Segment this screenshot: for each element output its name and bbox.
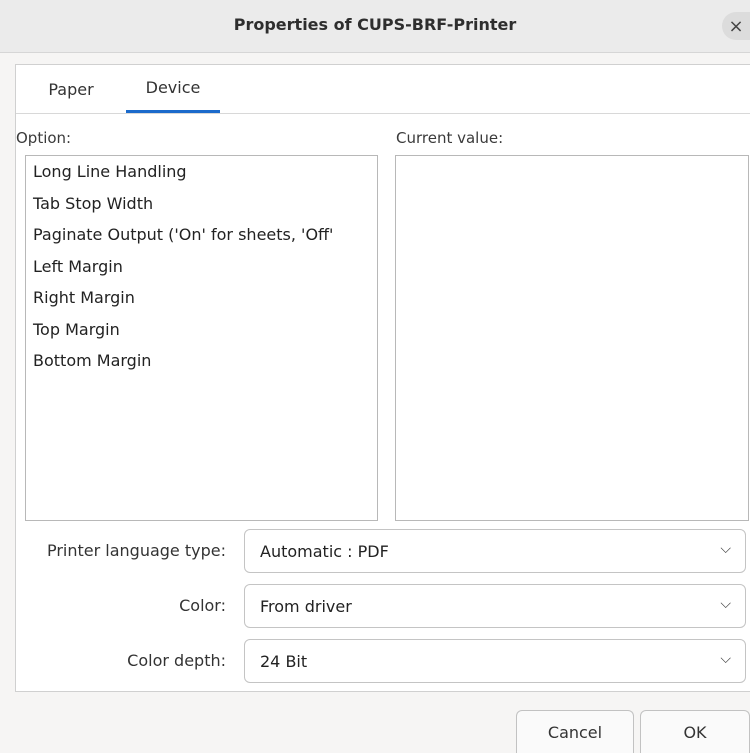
list-item[interactable]: Left Margin — [26, 251, 377, 283]
cancel-button[interactable]: Cancel — [516, 710, 634, 753]
list-item[interactable]: Long Line Handling — [26, 156, 377, 188]
printer-language-select[interactable]: Automatic : PDF ⌵ — [244, 529, 746, 573]
chevron-down-icon: ⌵ — [720, 596, 731, 612]
close-button[interactable]: × — [722, 12, 750, 40]
option-header: Option: — [16, 129, 72, 147]
chevron-down-icon: ⌵ — [720, 651, 731, 667]
options-list[interactable]: Long Line Handling Tab Stop Width Pagina… — [25, 155, 378, 521]
tab-device[interactable]: Device — [126, 65, 220, 113]
list-item[interactable]: Right Margin — [26, 282, 377, 314]
color-label: Color: — [179, 596, 226, 615]
ok-button[interactable]: OK — [640, 710, 750, 753]
current-value-list[interactable] — [395, 155, 749, 521]
color-value: From driver — [260, 597, 352, 616]
list-item[interactable]: Paginate Output ('On' for sheets, 'Off' — [26, 219, 377, 251]
printer-language-value: Automatic : PDF — [260, 542, 389, 561]
printer-language-label: Printer language type: — [46, 541, 226, 560]
color-depth-value: 24 Bit — [260, 652, 308, 671]
close-icon: × — [728, 15, 744, 37]
list-item[interactable]: Bottom Margin — [26, 345, 377, 377]
color-select[interactable]: From driver ⌵ — [244, 584, 746, 628]
color-depth-select[interactable]: 24 Bit ⌵ — [244, 639, 746, 683]
list-item[interactable]: Top Margin — [26, 314, 377, 346]
current-value-header: Current value: — [396, 129, 504, 147]
window-title: Properties of CUPS-BRF-Printer — [233, 15, 517, 34]
tab-paper[interactable]: Paper — [26, 65, 116, 113]
tab-bar: Paper Device — [16, 65, 750, 114]
properties-panel: Paper Device Option: Current value: Long… — [15, 64, 750, 692]
list-item[interactable]: Tab Stop Width — [26, 188, 377, 220]
color-depth-label: Color depth: — [127, 651, 226, 670]
title-bar: Properties of CUPS-BRF-Printer × — [0, 0, 750, 53]
chevron-down-icon: ⌵ — [720, 541, 731, 557]
